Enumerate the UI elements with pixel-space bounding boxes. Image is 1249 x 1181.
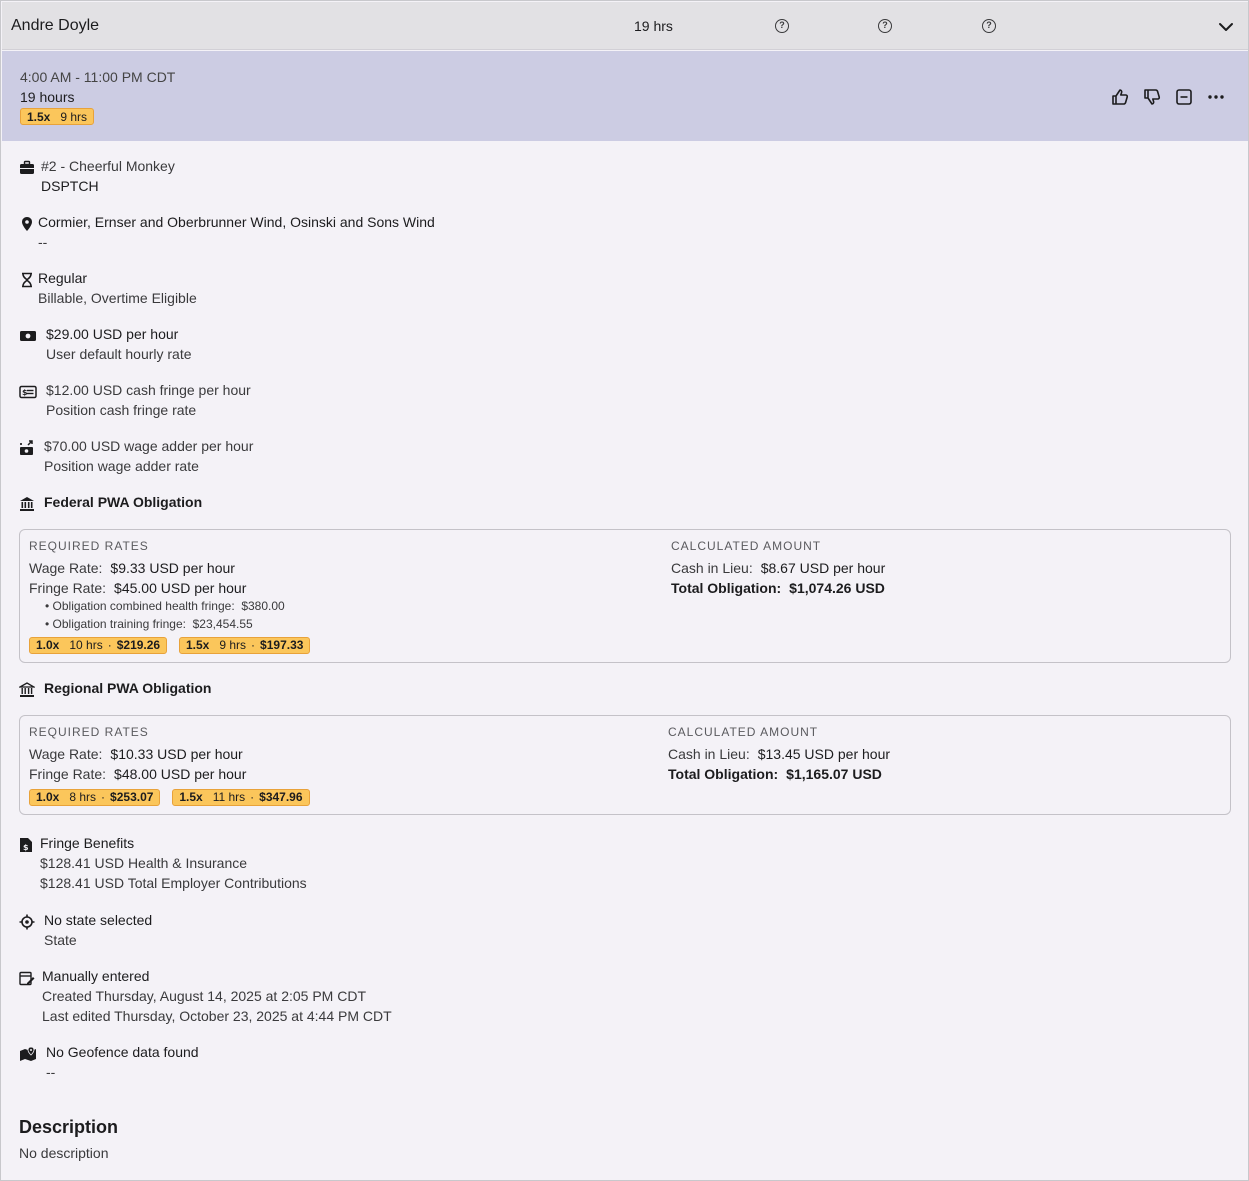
job-title: #2 - Cheerful Monkey [41,158,175,174]
required-rates-caption: REQUIRED RATES [29,725,149,739]
shift-time-range: 4:00 AM - 11:00 PM CDT [20,69,176,85]
federal-pwa-obligation: REQUIRED RATES Wage Rate: $9.33 USD per h… [19,529,1231,663]
minus-square-icon[interactable] [1174,87,1194,107]
rate-chip: 1.0x 10 hrs · $219.26 [29,636,168,654]
hourly-rate: $29.00 USD per hour [46,326,179,342]
chip-multiplier: 1.5x [27,109,51,124]
entry-header[interactable]: Andre Doyle 19 hrs ? ? ? [2,2,1248,50]
help-icon[interactable]: ? [878,19,892,33]
federal-training-fringe: • Obligation training fringe: $23,454.55 [45,617,253,631]
total-hours: 19 hrs [634,18,673,34]
description-text: No description [19,1145,109,1161]
calculated-amount-caption: CALCULATED AMOUNT [671,539,822,553]
federal-total-obligation: Total Obligation: $1,074.26 USD [671,580,885,596]
state-label: State [44,932,77,948]
chevron-down-icon[interactable] [1217,18,1235,36]
wage-adder-source: Position wage adder rate [44,458,199,474]
fringe-benefits-title: Fringe Benefits [40,835,135,851]
chip-hours: 9 hrs [60,109,88,124]
entry-type: Regular [38,270,88,286]
thumbs-down-icon[interactable] [1142,87,1162,107]
timesheet-entry-panel: Andre Doyle 19 hrs ? ? ? 4:00 AM - 11:00… [0,0,1249,1181]
federal-wage-rate: Wage Rate: $9.33 USD per hour [29,560,235,576]
location-detail: -- [38,234,48,250]
description-heading: Description [19,1117,119,1137]
map-icon [20,1046,36,1061]
edit-calendar-icon [19,971,35,986]
fringe-total: $128.41 USD Total Employer Contributions [40,875,307,891]
regional-cash-in-lieu: Cash in Lieu: $13.45 USD per hour [668,746,891,762]
geofence-value: No Geofence data found [46,1044,199,1060]
help-icon[interactable]: ? [775,19,789,33]
location-name: Cormier, Ernser and Oberbrunner Wind, Os… [38,214,435,230]
geofence-detail: -- [46,1064,56,1080]
cash-fringe-source: Position cash fringe rate [46,402,197,418]
location-pin-icon [22,217,32,231]
regional-wage-rate: Wage Rate: $10.33 USD per hour [29,746,243,762]
federal-pwa-title: Federal PWA Obligation [44,494,203,510]
bank-icon [19,682,35,697]
overtime-chip: 1.5x 9 hrs [20,108,95,125]
help-icon[interactable]: ? [982,19,996,33]
rate-chip: 1.5x 11 hrs · $347.96 [172,788,310,806]
regional-pwa-title: Regional PWA Obligation [44,680,212,696]
document-dollar-icon: $ [20,838,32,852]
federal-health-fringe: • Obligation combined health fringe: $38… [45,599,285,613]
job-code: DSPTCH [41,178,99,194]
wage-adder-icon [20,440,33,455]
svg-text:$: $ [23,843,29,852]
shift-summary: 4:00 AM - 11:00 PM CDT 19 hours 1.5x 9 h… [2,51,1248,141]
hourly-rate-source: User default hourly rate [46,346,192,362]
shift-hours: 19 hours [20,89,75,105]
svg-text:$: $ [22,388,28,397]
federal-fringe-rate: Fringe Rate: $45.00 USD per hour [29,580,247,596]
thumbs-up-icon[interactable] [1110,87,1130,107]
more-icon[interactable] [1206,87,1226,107]
fringe-card-icon: $ [19,385,37,399]
employee-name: Andre Doyle [11,17,100,34]
bank-icon [20,497,34,511]
crosshair-icon [19,914,35,930]
federal-hour-chips: 1.0x 10 hrs · $219.26 1.5x 9 hrs · $197.33 [29,636,318,654]
cash-fringe-rate: $12.00 USD cash fringe per hour [46,382,251,398]
entry-edited: Last edited Thursday, October 23, 2025 a… [42,1008,392,1024]
state-value: No state selected [44,912,153,928]
entry-type-detail: Billable, Overtime Eligible [38,290,197,306]
regional-fringe-rate: Fringe Rate: $48.00 USD per hour [29,766,247,782]
regional-total-obligation: Total Obligation: $1,165.07 USD [668,766,882,782]
entry-method: Manually entered [42,968,150,984]
hourglass-icon [22,272,32,288]
required-rates-caption: REQUIRED RATES [29,539,149,553]
wage-adder-rate: $70.00 USD wage adder per hour [44,438,254,454]
regional-hour-chips: 1.0x 8 hrs · $253.07 1.5x 11 hrs · $347.96 [29,788,318,806]
calculated-amount-caption: CALCULATED AMOUNT [668,725,819,739]
regional-pwa-obligation: REQUIRED RATES Wage Rate: $10.33 USD per … [19,715,1231,815]
rate-chip: 1.0x 8 hrs · $253.07 [29,788,161,806]
fringe-health: $128.41 USD Health & Insurance [40,855,248,871]
federal-cash-in-lieu: Cash in Lieu: $8.67 USD per hour [671,560,886,576]
rate-chip: 1.5x 9 hrs · $197.33 [179,636,311,654]
cash-icon [20,331,36,341]
briefcase-icon [20,160,34,174]
entry-created: Created Thursday, August 14, 2025 at 2:0… [42,988,366,1004]
